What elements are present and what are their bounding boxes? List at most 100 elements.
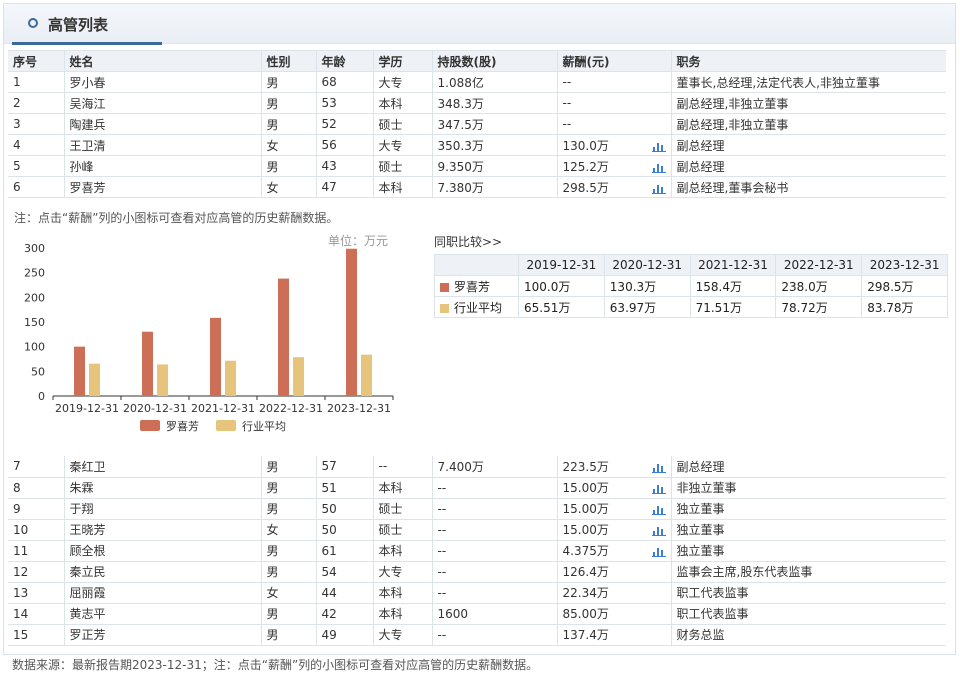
y-tick-label: 0 bbox=[38, 390, 45, 403]
y-tick-label: 50 bbox=[31, 365, 45, 378]
salary-cell: 15.00万 bbox=[557, 477, 672, 499]
peer-compare-link[interactable]: 同职比较>> bbox=[434, 233, 502, 250]
bar-chart-icon[interactable] bbox=[651, 546, 666, 557]
age-cell: 51 bbox=[316, 477, 374, 499]
education-cell: 本科 bbox=[373, 582, 433, 604]
position-cell: 非独立董事 bbox=[671, 477, 946, 499]
bar-chart-icon[interactable] bbox=[651, 504, 666, 515]
bar-chart-icon[interactable] bbox=[651, 141, 666, 152]
age-cell: 53 bbox=[316, 92, 374, 114]
education-cell: 本科 bbox=[373, 540, 433, 562]
shares-cell: 7.380万 bbox=[432, 176, 558, 198]
salary-value: 85.00万 bbox=[562, 607, 609, 621]
table-row: 6 罗喜芳女 47 本科 7.380万 298.5万 副总经理,董事会秘书 bbox=[8, 176, 946, 198]
salary-value: -- bbox=[562, 75, 572, 89]
salary-value: -- bbox=[562, 117, 572, 131]
executive-name: 罗正芳 bbox=[64, 624, 262, 646]
compare-value: 71.51万 bbox=[689, 296, 777, 318]
age-cell: 61 bbox=[316, 540, 374, 562]
data-source-footer: 数据来源：最新报告期2023-12-31；注：点击“薪酬”列的小图标可查看对应高… bbox=[12, 658, 539, 672]
row-number: 12 bbox=[8, 561, 65, 583]
age-cell: 54 bbox=[316, 561, 374, 583]
education-cell: 硕士 bbox=[373, 519, 433, 541]
salary-cell: 15.00万 bbox=[557, 519, 672, 541]
x-tick-label: 2022-12-31 bbox=[259, 402, 323, 415]
bar-chart-icon[interactable] bbox=[651, 162, 666, 173]
executive-name: 孙峰 bbox=[64, 155, 262, 177]
age-cell: 47 bbox=[316, 176, 374, 198]
bar-chart-icon[interactable] bbox=[651, 525, 666, 536]
gender-cell: 男 bbox=[261, 624, 317, 646]
position-cell: 监事会主席,股东代表监事 bbox=[671, 561, 946, 583]
position-cell: 副总经理,非独立董事 bbox=[671, 113, 946, 135]
shares-cell: 1.088亿 bbox=[432, 71, 558, 93]
salary-value: 15.00万 bbox=[562, 481, 609, 495]
row-number: 2 bbox=[8, 92, 65, 114]
executive-name: 屈丽霞 bbox=[64, 582, 262, 604]
circle-bullet-icon bbox=[28, 18, 38, 28]
table-header-row: 序号 姓名 性别 年龄 学历 持股数(股) 薪酬(元) 职务 bbox=[8, 50, 946, 72]
gender-cell: 女 bbox=[261, 134, 317, 156]
bar-executive bbox=[278, 278, 289, 396]
legend-swatch bbox=[440, 303, 449, 313]
age-cell: 52 bbox=[316, 113, 374, 135]
compare-value: 238.0万 bbox=[775, 275, 863, 297]
education-cell: 本科 bbox=[373, 603, 433, 625]
compare-label-text: 罗喜芳 bbox=[454, 279, 491, 294]
executive-name: 王卫清 bbox=[64, 134, 262, 156]
bar-chart-icon[interactable] bbox=[651, 462, 666, 473]
bar-industry-avg bbox=[89, 363, 100, 396]
salary-value: 22.34万 bbox=[562, 586, 609, 600]
row-number: 1 bbox=[8, 71, 65, 93]
y-tick-label: 100 bbox=[24, 341, 45, 354]
table-row: 13 屈丽霞女 44 本科 -- 22.34万 职工代表监事 bbox=[8, 582, 946, 604]
position-cell: 职工代表监事 bbox=[671, 603, 946, 625]
shares-cell: -- bbox=[432, 540, 558, 562]
table-row: 7 秦红卫男 57 -- 7.400万 223.5万 副总经理 bbox=[8, 456, 946, 478]
age-cell: 50 bbox=[316, 498, 374, 520]
bar-chart-icon[interactable] bbox=[651, 183, 666, 194]
age-cell: 42 bbox=[316, 603, 374, 625]
table-row: 3 陶建兵男 52 硕士 347.5万 -- 副总经理,非独立董事 bbox=[8, 113, 946, 135]
position-cell: 财务总监 bbox=[671, 624, 946, 646]
shares-cell: 350.3万 bbox=[432, 134, 558, 156]
row-number: 14 bbox=[8, 603, 65, 625]
compare-value: 78.72万 bbox=[775, 296, 863, 318]
column-header: 性别 bbox=[261, 50, 317, 72]
gender-cell: 男 bbox=[261, 498, 317, 520]
table-row: 10 王晓芳女 50 硕士 -- 15.00万 独立董事 bbox=[8, 519, 946, 541]
position-cell: 副总经理 bbox=[671, 134, 946, 156]
position-cell: 董事长,总经理,法定代表人,非独立董事 bbox=[671, 71, 946, 93]
bar-chart-icon[interactable] bbox=[651, 483, 666, 494]
salary-value: 15.00万 bbox=[562, 523, 609, 537]
salary-cell: 126.4万 bbox=[557, 561, 672, 583]
shares-cell: 7.400万 bbox=[432, 456, 558, 478]
shares-cell: -- bbox=[432, 582, 558, 604]
gender-cell: 男 bbox=[261, 603, 317, 625]
salary-cell: 85.00万 bbox=[557, 603, 672, 625]
row-number: 3 bbox=[8, 113, 65, 135]
table-row: 1 罗小春男 68 大专 1.088亿 -- 董事长,总经理,法定代表人,非独立董事 bbox=[8, 71, 946, 93]
position-cell: 独立董事 bbox=[671, 498, 946, 520]
column-header: 姓名 bbox=[64, 50, 262, 72]
row-number: 13 bbox=[8, 582, 65, 604]
salary-cell: -- bbox=[557, 92, 672, 114]
bar-executive bbox=[142, 331, 153, 396]
column-header: 学历 bbox=[373, 50, 433, 72]
executive-name: 秦红卫 bbox=[64, 456, 262, 478]
executive-name: 罗小春 bbox=[64, 71, 262, 93]
compare-value: 298.5万 bbox=[861, 275, 948, 297]
column-header: 薪酬(元) bbox=[557, 50, 672, 72]
education-cell: 硕士 bbox=[373, 113, 433, 135]
salary-cell: 22.34万 bbox=[557, 582, 672, 604]
table-row: 12 秦立民男 54 大专 -- 126.4万 监事会主席,股东代表监事 bbox=[8, 561, 946, 583]
shares-cell: -- bbox=[432, 519, 558, 541]
compare-row-label: 罗喜芳 bbox=[434, 275, 519, 297]
salary-value: 125.2万 bbox=[562, 159, 609, 174]
education-cell: 硕士 bbox=[373, 155, 433, 177]
table-row: 2 吴海江男 53 本科 348.3万 -- 副总经理,非独立董事 bbox=[8, 92, 946, 114]
compare-value: 158.4万 bbox=[689, 275, 777, 297]
legend-label: 行业平均 bbox=[242, 420, 286, 433]
age-cell: 57 bbox=[316, 456, 374, 478]
shares-cell: 9.350万 bbox=[432, 155, 558, 177]
